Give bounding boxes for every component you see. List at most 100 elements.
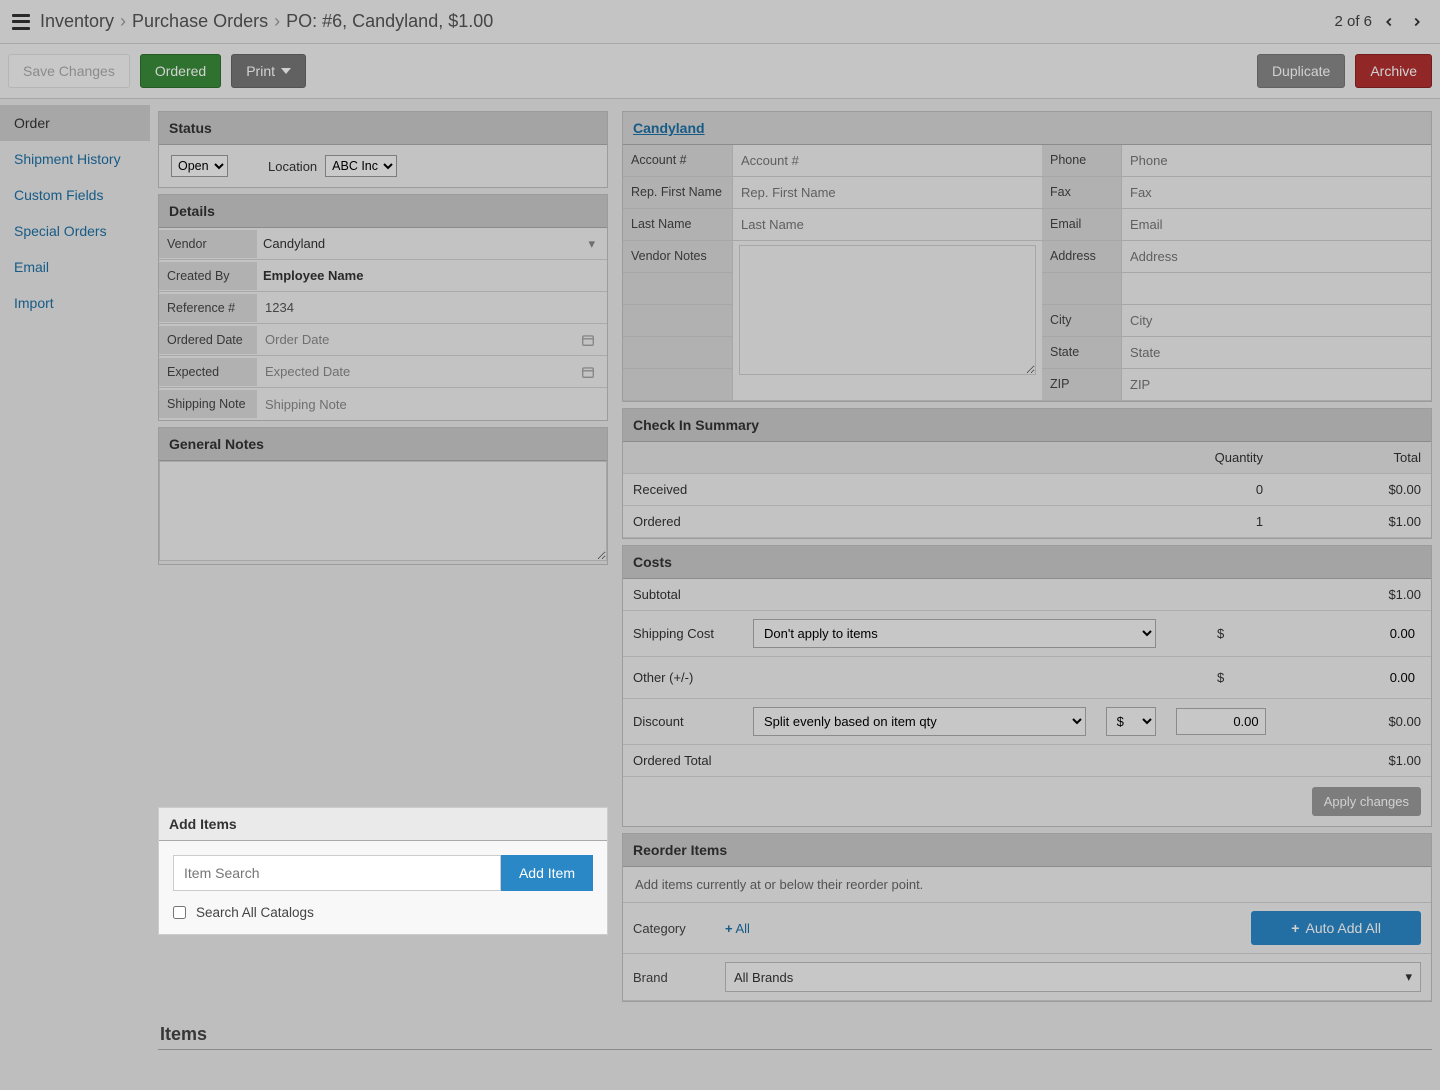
address2-input[interactable] (1128, 277, 1425, 300)
breadcrumb-current: PO: #6, Candyland, $1.00 (286, 11, 493, 32)
state-label: State (1042, 337, 1122, 369)
address-label: Address (1042, 241, 1122, 273)
dropdown-caret-icon: ▾ (1405, 969, 1412, 985)
sidebar-item-special-orders[interactable]: Special Orders (0, 213, 150, 249)
shippingnote-label: Shipping Note (159, 390, 257, 418)
checkin-row-received: Received 0 $0.00 (623, 474, 1431, 506)
reorder-panel: Reorder Items Add items currently at or … (622, 833, 1432, 1002)
location-label: Location (268, 159, 317, 174)
expected-label: Expected (159, 358, 257, 386)
item-search-input[interactable] (173, 855, 501, 891)
discount-curr-select[interactable]: $ (1106, 707, 1156, 736)
topbar: Inventory › Purchase Orders › PO: #6, Ca… (0, 0, 1440, 44)
calendar-icon[interactable] (581, 365, 595, 379)
shippingnote-input[interactable] (263, 393, 601, 416)
checkin-total-col: Total (1273, 442, 1431, 474)
search-all-catalogs-checkbox[interactable] (173, 906, 186, 919)
lastname-input[interactable] (739, 213, 1036, 236)
items-section-header: Items (158, 1020, 1432, 1050)
pager: 2 of 6 (1334, 11, 1428, 33)
chevron-right-icon: › (274, 11, 280, 32)
expected-input[interactable] (263, 360, 581, 383)
print-dropdown[interactable]: Print (231, 54, 306, 88)
menu-icon[interactable] (12, 14, 30, 30)
plus-icon: + (725, 921, 733, 936)
city-label: City (1042, 305, 1122, 337)
content: Status Open Location ABC Inc (150, 99, 1440, 1090)
breadcrumb-inventory[interactable]: Inventory (40, 11, 114, 32)
breadcrumb-purchase-orders[interactable]: Purchase Orders (132, 11, 268, 32)
discount-apply-select[interactable]: Split evenly based on item qty (753, 707, 1086, 736)
fax-input[interactable] (1128, 181, 1425, 204)
costs-discount-row: Discount Split evenly based on item qty … (623, 699, 1431, 745)
costs-subtotal-row: Subtotal $1.00 (623, 579, 1431, 611)
email-input[interactable] (1128, 213, 1425, 236)
reference-input[interactable] (263, 296, 601, 319)
costs-header: Costs (623, 546, 1431, 579)
sidebar-item-custom-fields[interactable]: Custom Fields (0, 177, 150, 213)
account-label: Account # (623, 145, 733, 177)
zip-input[interactable] (1128, 373, 1425, 396)
phone-label: Phone (1042, 145, 1122, 177)
vendor-label: Vendor (159, 230, 257, 258)
city-input[interactable] (1128, 309, 1425, 332)
costs-panel: Costs Subtotal $1.00 Shipping Cost Don't… (622, 545, 1432, 827)
reorder-note: Add items currently at or below their re… (623, 867, 1431, 903)
status-panel: Status Open Location ABC Inc (158, 111, 608, 188)
ordereddate-input[interactable] (263, 328, 581, 351)
left-column: Status Open Location ABC Inc (158, 111, 608, 935)
discount-amount-input[interactable] (1176, 708, 1266, 735)
fax-label: Fax (1042, 177, 1122, 209)
pager-prev[interactable] (1378, 11, 1400, 33)
createdby-label: Created By (159, 262, 257, 290)
status-select[interactable]: Open (171, 155, 228, 177)
sidebar-item-email[interactable]: Email (0, 249, 150, 285)
brand-select[interactable]: All Brands ▾ (725, 962, 1421, 992)
account-input[interactable] (739, 149, 1036, 172)
duplicate-button[interactable]: Duplicate (1257, 54, 1345, 88)
costs-orderedtotal-row: Ordered Total $1.00 (623, 745, 1431, 777)
general-notes-header: General Notes (159, 428, 607, 461)
shipping-amount-input[interactable] (1341, 621, 1421, 646)
pager-next[interactable] (1406, 11, 1428, 33)
save-changes-button[interactable]: Save Changes (8, 54, 130, 88)
vendor-name-link[interactable]: Candyland (633, 120, 705, 136)
print-label: Print (246, 63, 275, 79)
location-select[interactable]: ABC Inc (325, 155, 397, 177)
category-label: Category (633, 921, 713, 936)
add-item-button[interactable]: Add Item (501, 855, 593, 891)
shipping-apply-select[interactable]: Don't apply to items (753, 619, 1156, 648)
ordered-button[interactable]: Ordered (140, 54, 221, 88)
email-label: Email (1042, 209, 1122, 241)
auto-add-all-button[interactable]: + Auto Add All (1251, 911, 1421, 945)
sidebar-item-import[interactable]: Import (0, 285, 150, 321)
calendar-icon[interactable] (581, 333, 595, 347)
general-notes-textarea[interactable] (159, 461, 607, 561)
vendor-value[interactable]: Candyland (263, 236, 588, 251)
status-header: Status (159, 112, 607, 145)
vendor-panel: Candyland Account # Phone Rep. First Nam… (622, 111, 1432, 402)
reference-label: Reference # (159, 294, 257, 322)
chevron-right-icon: › (120, 11, 126, 32)
sidebar-item-order[interactable]: Order (0, 105, 150, 141)
category-all-link[interactable]: + All (725, 921, 750, 936)
createdby-value: Employee Name (263, 268, 363, 283)
apply-changes-button[interactable]: Apply changes (1312, 787, 1421, 816)
main: Order Shipment History Custom Fields Spe… (0, 99, 1440, 1090)
repfirst-input[interactable] (739, 181, 1036, 204)
archive-button[interactable]: Archive (1355, 54, 1432, 88)
repfirst-label: Rep. First Name (623, 177, 733, 209)
actionbar: Save Changes Ordered Print Duplicate Arc… (0, 44, 1440, 99)
vendornotes-textarea[interactable] (739, 245, 1036, 375)
other-amount-input[interactable] (1341, 665, 1421, 690)
lastname-label: Last Name (623, 209, 733, 241)
phone-input[interactable] (1128, 149, 1425, 172)
state-input[interactable] (1128, 341, 1425, 364)
pager-text: 2 of 6 (1334, 13, 1372, 30)
dropdown-caret-icon[interactable]: ▾ (588, 236, 595, 252)
address-input[interactable] (1128, 245, 1425, 268)
checkin-row-ordered: Ordered 1 $1.00 (623, 506, 1431, 538)
add-items-panel: Add Items Add Item Search All Catalogs (158, 807, 608, 935)
sidebar-item-shipment-history[interactable]: Shipment History (0, 141, 150, 177)
checkin-panel: Check In Summary Quantity Total Received (622, 408, 1432, 539)
